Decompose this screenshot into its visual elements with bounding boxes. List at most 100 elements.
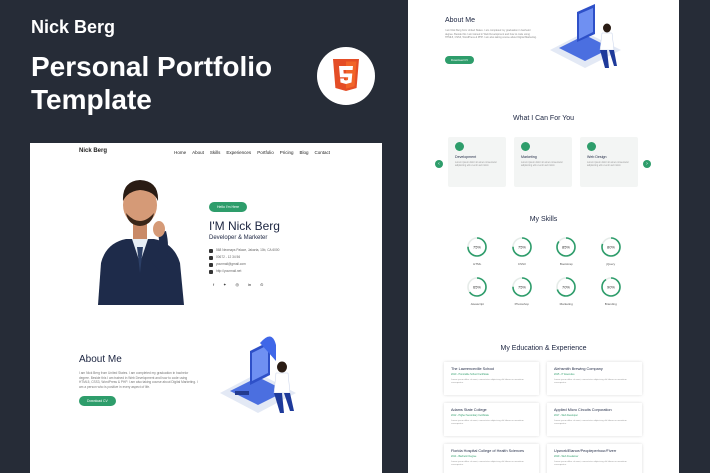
- skill-label: jQuery: [606, 262, 616, 266]
- skill-progress-ring: 90%: [600, 277, 621, 297]
- nav-experiences[interactable]: Experiences: [226, 150, 251, 155]
- download-cv-button-right[interactable]: Download CV: [445, 56, 475, 64]
- hero-info: Hello I'm Here I'M Nick Berg Developer &…: [209, 195, 359, 287]
- education-card-text: Lorem ipsum dolor sit amet, consectetur …: [554, 461, 627, 467]
- service-card[interactable]: Development Lorem ipsum dolor sit amet c…: [448, 137, 506, 187]
- mail-icon: [209, 262, 213, 267]
- design-icon: [587, 142, 596, 151]
- location-icon: [209, 248, 213, 253]
- skill-item: 90% Branding: [589, 276, 634, 306]
- skill-item: 75% CSS3: [500, 236, 545, 266]
- next-arrow-icon[interactable]: ›: [643, 160, 651, 168]
- education-card: Florida Hospital College of Health Scien…: [444, 444, 539, 473]
- education-card-subtitle: 2012 - Higher Secondary Certificate: [451, 414, 490, 417]
- phone-icon: [209, 255, 213, 260]
- left-page-preview: Nick Berg Home About Skills Experiences …: [30, 143, 382, 473]
- chart-icon: [521, 142, 530, 151]
- education-card-title: Florida Hospital College of Health Scien…: [451, 449, 525, 453]
- skill-item: 65% Javascript: [455, 276, 500, 306]
- navbar: Nick Berg Home About Skills Experiences …: [30, 143, 382, 161]
- skill-label: Marketing: [559, 302, 573, 306]
- education-card: The Lawrenceville School 2010 - Honorable…: [444, 362, 539, 395]
- nav-blog[interactable]: Blog: [299, 150, 308, 155]
- site-logo[interactable]: Nick Berg: [79, 148, 107, 154]
- contact-email[interactable]: yourmail@gmail.com: [209, 261, 359, 268]
- skill-progress-ring: 80%: [600, 237, 621, 257]
- about-section: About Me I am Nick Berg from United Stat…: [79, 354, 199, 407]
- education-card-title: Adams State College: [451, 408, 487, 412]
- hero-photo: [98, 180, 184, 305]
- skill-progress-ring: 65%: [467, 277, 488, 297]
- contact-address: 568 Newnaps Palace, Jakarta, 10b, CA 600…: [209, 247, 359, 254]
- hello-badge: Hello I'm Here: [209, 202, 248, 212]
- education-card-text: Lorem ipsum dolor sit amet, consectetur …: [554, 420, 627, 426]
- service-card[interactable]: Web Design Lorem ipsum dolor sit amet co…: [580, 137, 638, 187]
- skill-item: 75% HTML: [455, 236, 500, 266]
- contact-phone: 00672 - 12 34 56: [209, 254, 359, 261]
- social-links: f ✦ ◎ in ⊙: [213, 282, 359, 287]
- right-page-preview: About Me I am Nick Berg from United Stat…: [408, 0, 679, 473]
- html5-badge: [317, 47, 375, 105]
- nav-home[interactable]: Home: [174, 150, 186, 155]
- education-card-title: Alehsmith Brewing Company: [554, 367, 603, 371]
- education-card-text: Lorem ipsum dolor sit amet, consectetur …: [451, 461, 524, 467]
- prev-arrow-icon[interactable]: ‹: [435, 160, 443, 168]
- education-title: My Education & Experience: [500, 345, 587, 352]
- services-title: What I Can For You: [512, 115, 575, 122]
- education-card-title: Applied Micro Circuits Corporation: [554, 408, 612, 412]
- education-card-subtitle: 2014 - Bachelor Degree: [451, 455, 477, 458]
- education-card-text: Lorem ipsum dolor sit amet, consectetur …: [554, 379, 627, 385]
- facebook-icon[interactable]: f: [213, 282, 214, 287]
- education-card-title: The Lawrenceville School: [451, 367, 495, 371]
- skill-item: 70% Marketing: [544, 276, 589, 306]
- skill-label: CSS3: [517, 262, 526, 266]
- instagram-icon[interactable]: ◎: [235, 282, 239, 287]
- education-card: Upwork/Elance/Peopleperhour/Fiverr 2019 -…: [547, 444, 642, 473]
- contact-website[interactable]: http://yourmail.net: [209, 268, 359, 275]
- html5-icon: [333, 59, 359, 91]
- education-card: Alehsmith Brewing Company 2015 - IT Execu…: [547, 362, 642, 395]
- skill-item: 75% Photoshop: [500, 276, 545, 306]
- about-text-right: I am Nick Berg from United States. I am …: [445, 29, 537, 40]
- skill-percent: 80%: [607, 244, 615, 249]
- hero-role: Developer & Marketer: [209, 235, 268, 241]
- skill-label: Javascript: [470, 302, 484, 306]
- skill-progress-ring: 75%: [511, 277, 532, 297]
- about-title: About Me: [79, 354, 122, 365]
- skill-percent: 70%: [562, 284, 570, 289]
- nav-menu: Home About Skills Experiences Portfolio …: [174, 150, 330, 155]
- nav-about[interactable]: About: [192, 150, 204, 155]
- skill-percent: 90%: [607, 284, 615, 289]
- education-card: Adams State College 2012 - Higher Seconda…: [444, 403, 539, 436]
- skills-grid: 75% HTML 75% CSS3 85% Bootstrap 80% jQuery 65% Ja…: [455, 236, 633, 306]
- skill-percent: 75%: [518, 284, 526, 289]
- skill-label: Photoshop: [514, 302, 529, 306]
- contact-list: 568 Newnaps Palace, Jakarta, 10b, CA 600…: [209, 247, 359, 275]
- skype-icon[interactable]: ⊙: [260, 282, 263, 287]
- skill-item: 85% Bootstrap: [544, 236, 589, 266]
- hero-name: I'M Nick Berg: [209, 219, 280, 233]
- brand-title: Nick Berg: [31, 17, 116, 37]
- nav-contact[interactable]: Contact: [314, 150, 330, 155]
- download-cv-button[interactable]: Download CV: [79, 396, 116, 407]
- services-list: Development Lorem ipsum dolor sit amet c…: [448, 137, 638, 187]
- skill-item: 80% jQuery: [589, 236, 634, 266]
- education-card-subtitle: 2019 - Web Freelancer: [554, 455, 579, 458]
- nav-portfolio[interactable]: Portfolio: [257, 150, 274, 155]
- skill-progress-ring: 75%: [511, 237, 532, 257]
- headline: Personal Portfolio Template: [31, 51, 273, 115]
- education-grid: The Lawrenceville School 2010 - Honorable…: [444, 362, 642, 473]
- linkedin-icon[interactable]: in: [248, 282, 251, 287]
- skill-progress-ring: 70%: [556, 277, 577, 297]
- globe-icon: [209, 269, 213, 274]
- nav-pricing[interactable]: Pricing: [280, 150, 294, 155]
- skill-percent: 75%: [473, 244, 481, 249]
- service-card[interactable]: Marketing Lorem ipsum dolor sit amet con…: [514, 137, 572, 187]
- skill-progress-ring: 75%: [467, 237, 488, 257]
- nav-skills[interactable]: Skills: [210, 150, 221, 155]
- skill-percent: 65%: [473, 284, 481, 289]
- skill-percent: 75%: [518, 244, 526, 249]
- twitter-icon[interactable]: ✦: [223, 282, 226, 287]
- gear-icon: [455, 142, 464, 151]
- education-card: Applied Micro Circuits Corporation 2017 -…: [547, 403, 642, 436]
